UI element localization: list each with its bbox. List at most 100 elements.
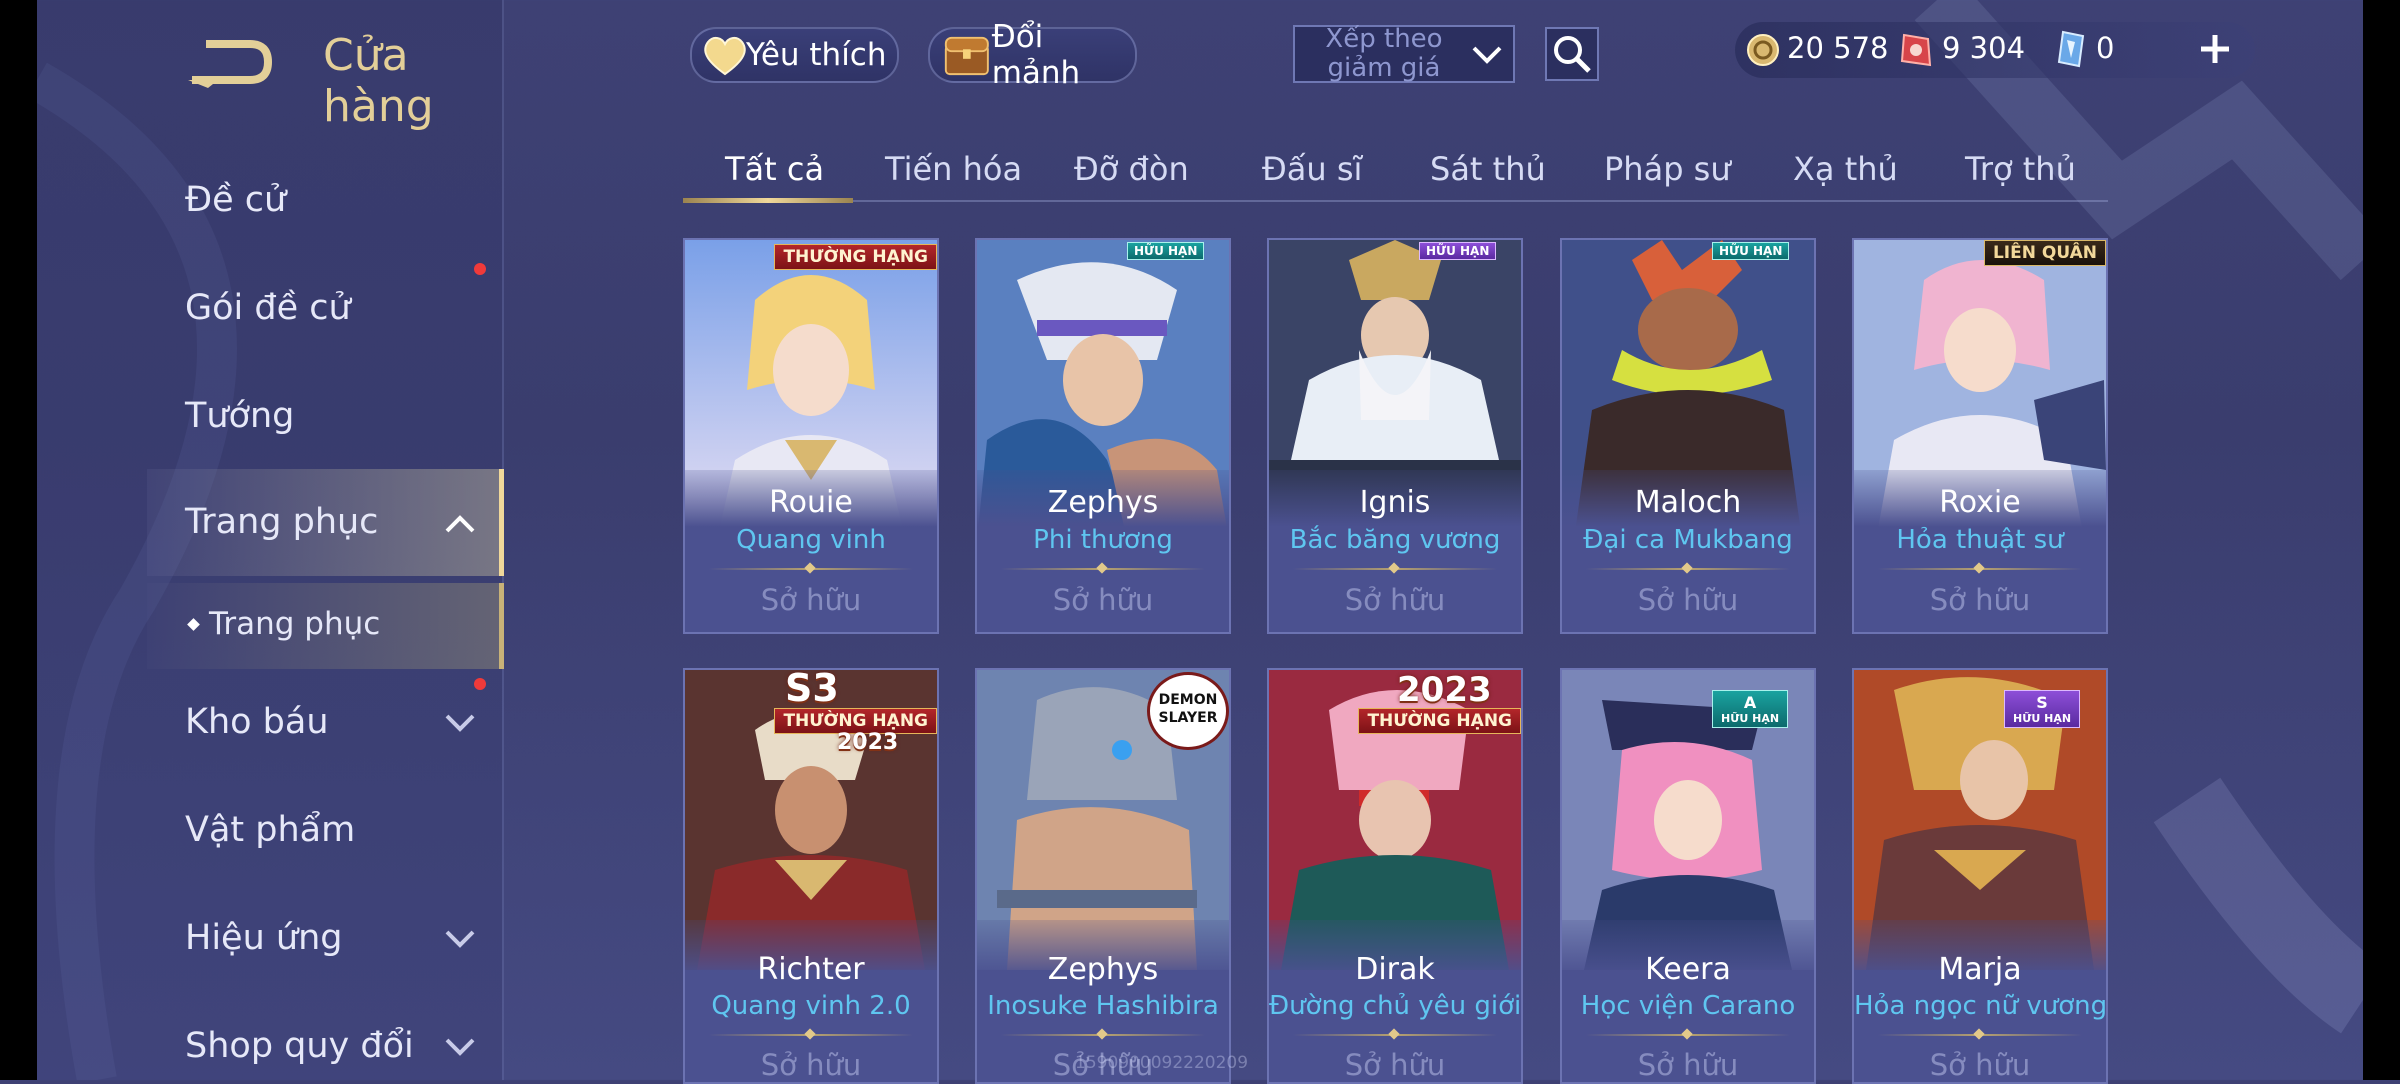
- ownership-status: Sở hữu: [1344, 1048, 1446, 1082]
- tab-fighter[interactable]: Đấu sĩ: [1262, 150, 1362, 188]
- hero-name: Ignis: [1359, 485, 1431, 520]
- tier-badge: S HỮU HẠN: [2004, 690, 2081, 728]
- hero-name: Zephys: [1047, 952, 1159, 987]
- tabs-divider: [683, 200, 2108, 202]
- limited-label: HỮU HẠN: [2013, 712, 2072, 725]
- search-icon: [1554, 36, 1591, 73]
- heart-icon: [704, 36, 746, 76]
- gold-coin-icon: [1747, 34, 1779, 66]
- tab-support[interactable]: Trợ thủ: [1965, 150, 2076, 188]
- sidebar-item-featured[interactable]: Đề cử: [185, 180, 286, 220]
- tab-mage[interactable]: Pháp sư: [1604, 150, 1731, 188]
- tier-badge: A HỮU HẠN: [1712, 690, 1789, 728]
- tab-evolution[interactable]: Tiến hóa: [885, 150, 1022, 188]
- sidebar-item-effects[interactable]: Hiệu ứng: [185, 918, 342, 958]
- crystal-amount: 0: [2096, 31, 2115, 65]
- limited-label: HỮU HẠN: [1721, 712, 1780, 725]
- skin-name: Đường chủ yêu giới: [1269, 991, 1522, 1021]
- hero-name: Keera: [1645, 952, 1731, 987]
- skin-name: Hỏa ngọc nữ vương: [1854, 991, 2108, 1021]
- sidebar-item-heroes[interactable]: Tướng: [185, 396, 294, 436]
- chevron-up-icon[interactable]: [444, 514, 476, 534]
- skin-card[interactable]: THƯỜNG HẠNG Rouie Quang vinh Sở hữu: [683, 238, 939, 634]
- screen-edge-left: [0, 0, 37, 1080]
- sidebar-item-featured-bundles[interactable]: Gói đề cử: [185, 288, 351, 328]
- tab-assassin[interactable]: Sát thủ: [1430, 150, 1546, 188]
- back-arrow-icon[interactable]: [188, 30, 278, 90]
- sidebar-item-skins[interactable]: Trang phục: [185, 502, 378, 542]
- skin-card[interactable]: HỮU HẠN Maloch Đại ca Mukbang Sở hữu: [1560, 238, 1816, 634]
- season-year: 2023: [1397, 670, 1492, 710]
- limited-badge: HỮU HẠN: [1127, 242, 1205, 260]
- hero-name: Zephys: [1047, 485, 1159, 520]
- tab-all[interactable]: Tất cả: [725, 150, 824, 188]
- skin-name: Học viện Carano: [1580, 991, 1796, 1021]
- voucher-amount: 9 304: [1942, 31, 2026, 65]
- skin-name: Bắc băng vương: [1289, 525, 1501, 555]
- watermark-text: 1590900092220209: [1075, 1053, 1249, 1073]
- gold-amount: 20 578: [1787, 31, 1889, 65]
- skin-name: Inosuke Hashibira: [987, 991, 1219, 1021]
- skin-card[interactable]: S3 THƯỜNG HẠNG 2023 Richter Quang vinh 2…: [683, 668, 939, 1084]
- hero-name: Roxie: [1939, 485, 2021, 520]
- blue-crystal-icon: [2057, 30, 2085, 68]
- skin-card[interactable]: S HỮU HẠN Marja Hỏa ngọc nữ vương Sở hữu: [1852, 668, 2108, 1084]
- rank-badge: THƯỜNG HẠNG: [1358, 708, 1521, 734]
- limited-badge: HỮU HẠN: [1712, 242, 1790, 260]
- season-label: S3: [785, 668, 839, 710]
- skin-card[interactable]: DEMON SLAYER Zephys Inosuke Hashibira Sở…: [975, 668, 1231, 1084]
- brand-badge: LIÊN QUÂN: [1983, 240, 2106, 266]
- chevron-down-icon[interactable]: [444, 712, 476, 732]
- sidebar-item-exchange-shop[interactable]: Shop quy đổi: [185, 1026, 414, 1066]
- sidebar-item-items[interactable]: Vật phẩm: [185, 810, 355, 850]
- tab-tank[interactable]: Đỡ đòn: [1074, 150, 1189, 188]
- hero-name: Marja: [1938, 952, 2022, 987]
- tab-marksman[interactable]: Xạ thủ: [1793, 150, 1898, 188]
- ownership-status: Sở hữu: [760, 583, 862, 617]
- search-button[interactable]: [1545, 27, 1599, 81]
- skin-name: Đại ca Mukbang: [1583, 525, 1793, 555]
- sidebar: Cửa hàng Đề cử Gói đề cử Tướng Trang phụ…: [37, 0, 504, 1080]
- tier-letter: S: [2036, 693, 2048, 712]
- sidebar-item-treasure[interactable]: Kho báu: [185, 702, 329, 742]
- ownership-status: Sở hữu: [1929, 583, 2031, 617]
- sidebar-subitem-skins[interactable]: Trang phục: [209, 606, 380, 642]
- skin-card[interactable]: HỮU HẠN Ignis Bắc băng vương Sở hữu: [1267, 238, 1523, 634]
- screen-edge-right: [2363, 0, 2400, 1080]
- notification-dot: [474, 263, 486, 275]
- ownership-status: Sở hữu: [1637, 1048, 1739, 1082]
- hero-name: Maloch: [1634, 485, 1742, 520]
- ownership-status: Sở hữu: [1929, 1048, 2031, 1082]
- favorites-button[interactable]: Yêu thích: [690, 27, 899, 83]
- exchange-fragments-button[interactable]: Đổi mảnh: [928, 19, 1137, 91]
- skin-name: Hỏa thuật sư: [1896, 525, 2064, 555]
- collab-logo: DEMON SLAYER: [1147, 672, 1229, 750]
- skin-card[interactable]: LIÊN QUÂN Roxie Hỏa thuật sư Sở hữu: [1852, 238, 2108, 634]
- favorites-label: Yêu thích: [746, 37, 887, 73]
- chevron-down-icon[interactable]: [444, 928, 476, 948]
- chevron-down-icon[interactable]: [444, 1036, 476, 1056]
- skin-name: Phi thương: [1033, 525, 1173, 555]
- sort-dropdown[interactable]: Xếp theo giảm giá: [1293, 25, 1515, 83]
- chevron-down-icon: [1472, 46, 1502, 64]
- season-year: 2023: [837, 730, 899, 755]
- hero-name: Richter: [757, 952, 865, 987]
- skin-card[interactable]: A HỮU HẠN Keera Học viện Carano Sở hữu: [1560, 668, 1816, 1084]
- skin-card[interactable]: HỮU HẠN Zephys Phi thương Sở hữu: [975, 238, 1231, 634]
- limited-badge: HỮU HẠN: [1419, 242, 1497, 260]
- hero-name: Rouie: [769, 485, 853, 520]
- tab-active-indicator: [683, 198, 853, 203]
- skin-card[interactable]: 2023 THƯỜNG HẠNG Dirak Đường chủ yêu giớ…: [1267, 668, 1523, 1084]
- ownership-status: Sở hữu: [1052, 583, 1154, 617]
- collab-logo-text: DEMON SLAYER: [1158, 692, 1218, 726]
- red-voucher-icon: [1900, 33, 1932, 67]
- treasure-chest-icon: [944, 36, 989, 76]
- tier-letter: A: [1743, 693, 1757, 712]
- skin-name: Quang vinh: [736, 525, 886, 555]
- sort-label: Xếp theo giảm giá: [1325, 24, 1443, 83]
- plus-icon[interactable]: [2198, 32, 2232, 66]
- page-title: Cửa hàng: [323, 30, 434, 132]
- notification-dot: [474, 678, 486, 690]
- hero-name: Dirak: [1355, 952, 1435, 987]
- ownership-status: Sở hữu: [760, 1048, 862, 1082]
